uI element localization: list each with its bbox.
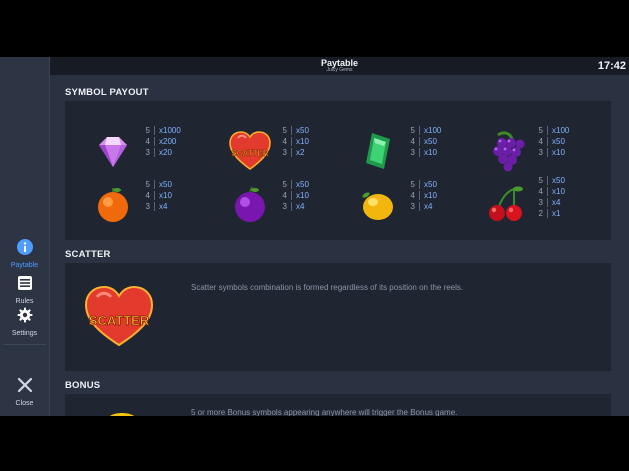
payout-row: 4 x10 bbox=[282, 137, 309, 147]
paytable-content: SYMBOL PAYOUT 5 x1000 4 x200 3 x20 SCATT… bbox=[50, 75, 629, 416]
payout-row: 3 x4 bbox=[145, 202, 168, 212]
symbol-payout-panel: 5 x1000 4 x200 3 x20 SCATTER 5 x50 4 x10 3 x2 bbox=[65, 101, 611, 240]
payout-row: 3 x4 bbox=[410, 202, 433, 212]
payout-row: 3 x4 bbox=[538, 198, 561, 208]
scatter-symbol-icon: SCATTER bbox=[84, 285, 154, 347]
symbol-cherries: 5 x50 4 x10 3 x4 2 x1 bbox=[458, 176, 588, 231]
symbol-scatter: SCATTER 5 x50 4 x10 3 x2 bbox=[202, 125, 332, 177]
payout-row: 4 x200 bbox=[145, 137, 177, 147]
payout-row: 4 x10 bbox=[538, 187, 565, 197]
payout-list: 5 x100 4 x50 3 x10 bbox=[405, 125, 441, 158]
payout-row: 5 x50 bbox=[145, 180, 172, 190]
payout-row: 3 x10 bbox=[538, 148, 565, 158]
sidebar-item-label: Paytable bbox=[10, 262, 39, 269]
scatter-heart-icon: SCATTER bbox=[229, 131, 271, 170]
symbol-orange: 5 x50 4 x10 3 x4 bbox=[65, 179, 195, 231]
payout-list: 5 x50 4 x10 3 x4 bbox=[140, 179, 172, 212]
scatter-panel: SCATTER Scatter symbols combination is f… bbox=[65, 263, 611, 371]
payout-row: 3 x20 bbox=[145, 148, 172, 158]
info-icon bbox=[16, 239, 33, 255]
bonus-symbol-icon bbox=[109, 413, 135, 416]
svg-text:SCATTER: SCATTER bbox=[231, 149, 268, 158]
section-title-payout: SYMBOL PAYOUT bbox=[65, 87, 149, 98]
payout-row: 5 x1000 bbox=[145, 126, 181, 136]
paytable-screen: Paytable Rules Settings Close Paytable J… bbox=[0, 57, 629, 416]
section-title-bonus: BONUS bbox=[65, 380, 101, 391]
symbol-diamond: 5 x1000 4 x200 3 x20 bbox=[65, 125, 195, 177]
payout-row: 5 x50 bbox=[282, 126, 309, 136]
cherries-icon bbox=[489, 186, 523, 221]
payout-row: 4 x10 bbox=[145, 191, 172, 201]
payout-row: 5 x50 bbox=[282, 180, 309, 190]
close-label: Close bbox=[15, 400, 34, 407]
game-name: Juicy Gems bbox=[326, 67, 353, 73]
emerald-icon bbox=[366, 133, 390, 169]
svg-text:SCATTER: SCATTER bbox=[89, 313, 150, 328]
sidebar-divider bbox=[4, 344, 46, 345]
sidebar-item-label: Settings bbox=[11, 330, 38, 337]
payout-list: 5 x50 4 x10 3 x4 2 x1 bbox=[533, 175, 565, 219]
symbol-emerald: 5 x100 4 x50 3 x10 bbox=[330, 125, 460, 177]
payout-row: 4 x50 bbox=[538, 137, 565, 147]
gear-icon bbox=[17, 307, 32, 323]
grapes-icon bbox=[493, 131, 525, 172]
payout-row: 4 x50 bbox=[410, 137, 437, 147]
payout-row: 5 x50 bbox=[410, 180, 437, 190]
plum-icon bbox=[235, 186, 265, 222]
payout-row: 3 x2 bbox=[282, 148, 305, 158]
payout-list: 5 x50 4 x10 3 x2 bbox=[277, 125, 309, 158]
sidebar-item-rules[interactable]: Rules bbox=[0, 275, 49, 305]
lemon-icon bbox=[362, 192, 393, 220]
symbol-lemon: 5 x50 4 x10 3 x4 bbox=[330, 179, 460, 231]
payout-row: 2 x1 bbox=[538, 209, 561, 219]
diamond-icon bbox=[99, 137, 127, 167]
payout-row: 3 x4 bbox=[282, 202, 305, 212]
payout-row: 5 x100 bbox=[410, 126, 442, 136]
payout-row: 4 x10 bbox=[282, 191, 309, 201]
payout-row: 5 x100 bbox=[538, 126, 570, 136]
payout-list: 5 x100 4 x50 3 x10 bbox=[533, 125, 569, 158]
sidebar-item-settings[interactable]: Settings bbox=[0, 307, 49, 337]
close-button[interactable]: Close bbox=[0, 377, 49, 407]
close-icon bbox=[17, 377, 32, 393]
payout-row: 3 x10 bbox=[410, 148, 437, 158]
payout-row: 5 x50 bbox=[538, 176, 565, 186]
sidebar-item-label: Rules bbox=[15, 298, 34, 305]
payout-list: 5 x50 4 x10 3 x4 bbox=[405, 179, 437, 212]
rules-icon bbox=[17, 276, 32, 290]
clock: 17:42 bbox=[597, 60, 626, 72]
sidebar-item-paytable[interactable]: Paytable bbox=[0, 239, 49, 269]
bonus-description: 5 or more Bonus symbols appearing anywhe… bbox=[191, 408, 458, 416]
section-title-scatter: SCATTER bbox=[65, 249, 111, 260]
header-bar: Paytable Juicy Gems 17:42 bbox=[50, 57, 629, 75]
payout-list: 5 x1000 4 x200 3 x20 bbox=[140, 125, 181, 158]
payout-list: 5 x50 4 x10 3 x4 bbox=[277, 179, 309, 212]
payout-row: 4 x10 bbox=[410, 191, 437, 201]
sidebar: Paytable Rules Settings Close bbox=[0, 57, 50, 416]
symbol-plum: 5 x50 4 x10 3 x4 bbox=[202, 179, 332, 231]
scatter-description: Scatter symbols combination is formed re… bbox=[191, 283, 464, 292]
symbol-grapes: 5 x100 4 x50 3 x10 bbox=[458, 125, 588, 177]
bonus-panel: 5 or more Bonus symbols appearing anywhe… bbox=[65, 394, 611, 416]
orange-icon bbox=[98, 188, 128, 222]
